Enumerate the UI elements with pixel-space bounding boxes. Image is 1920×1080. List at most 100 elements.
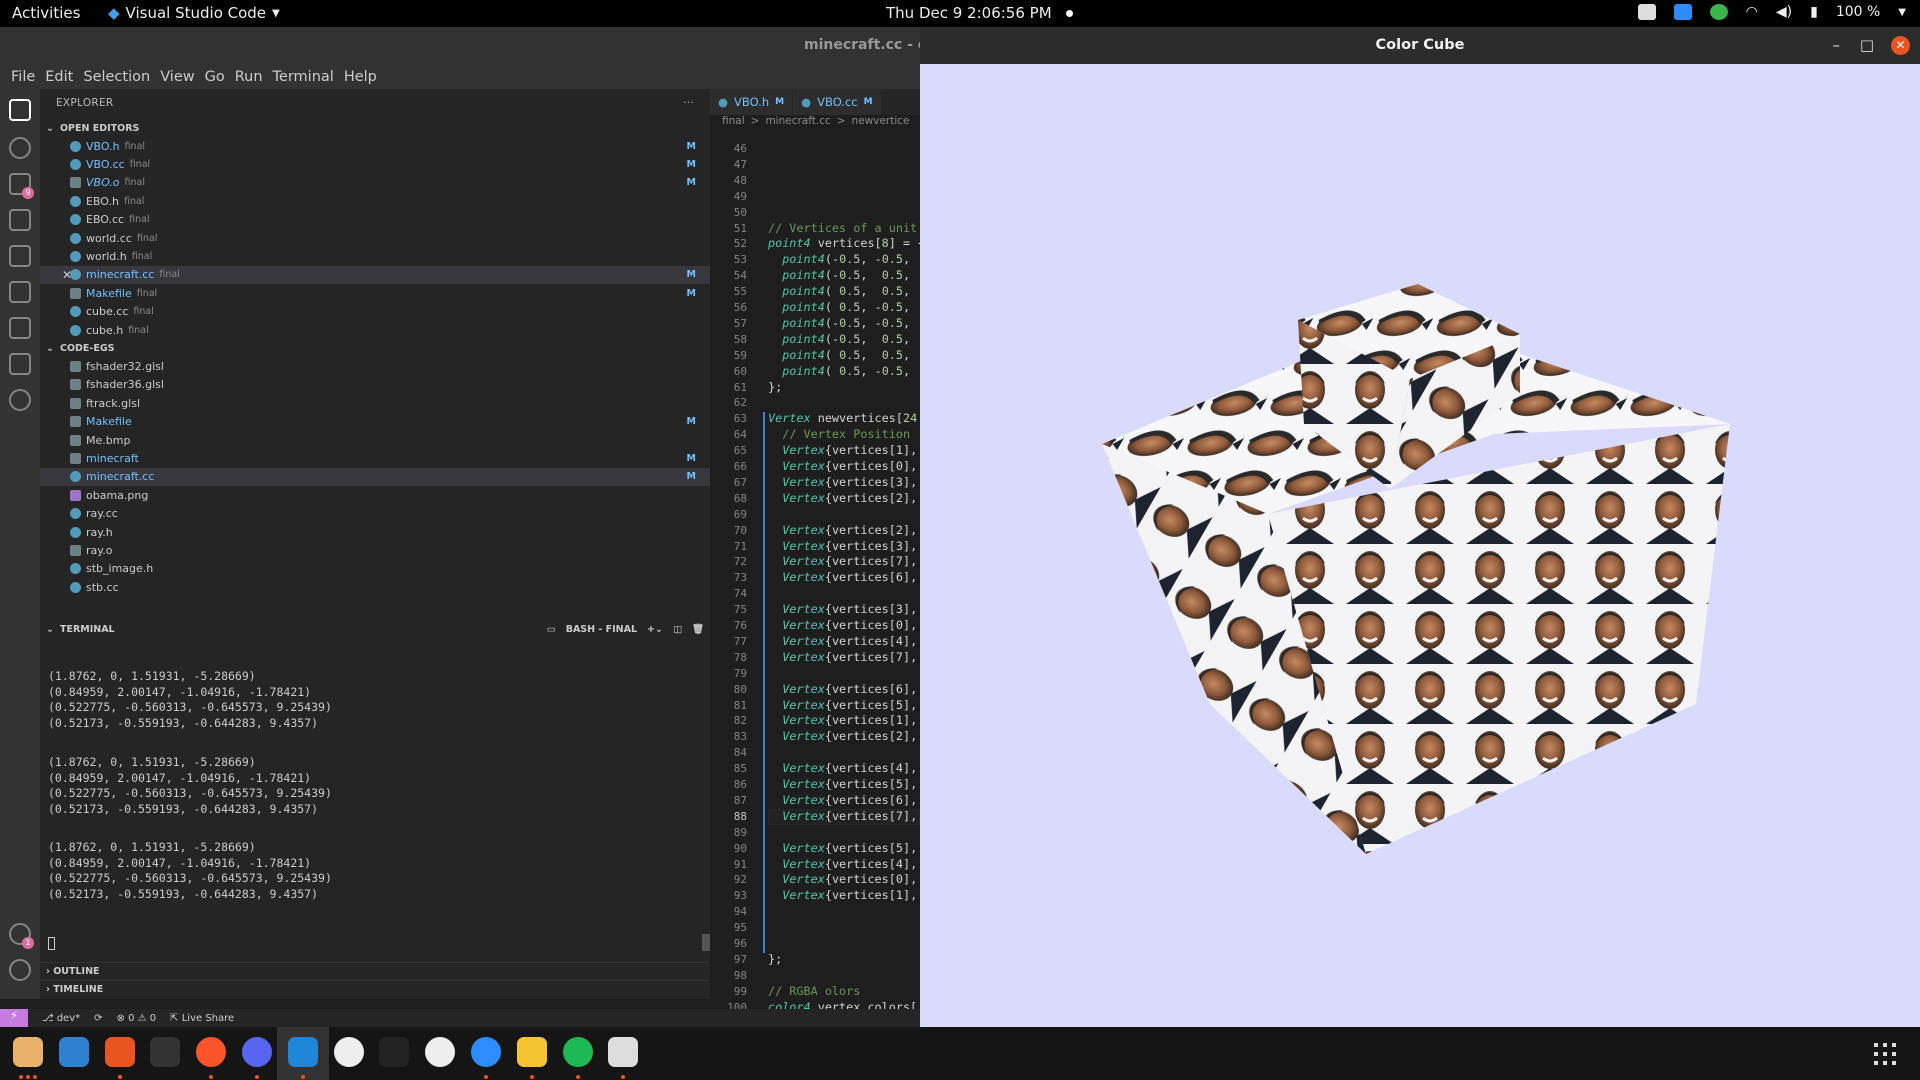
trash-icon[interactable]: 🗑 [692, 624, 704, 638]
discord-tray-icon[interactable] [1637, 4, 1656, 20]
new-terminal-icon[interactable]: +⌄ [647, 624, 663, 638]
github-icon[interactable] [425, 1037, 456, 1067]
file-row[interactable]: stb_image.h [40, 560, 710, 578]
clock[interactable]: Thu Dec 9 2:06:56 PM [886, 4, 1073, 22]
file-row[interactable]: minecraft.cc M [40, 467, 710, 487]
file-row[interactable]: fshader36.glsl [40, 376, 710, 394]
file-row[interactable]: cube.cc final [40, 303, 710, 321]
menu-file[interactable]: File [6, 65, 40, 91]
timeline-header[interactable]: › TIMELINE [40, 980, 710, 998]
code-line: Vertex{vertices[6], [782, 570, 918, 585]
vscode-icon[interactable] [287, 1037, 318, 1067]
show-apps-icon[interactable] [1874, 1043, 1896, 1065]
remote-indicator-icon[interactable]: ⚡ [0, 1009, 28, 1027]
tab-vbo-h[interactable]: ● VBO.h M [710, 89, 794, 115]
terminal-shell-label[interactable]: BASH - FINAL [566, 624, 637, 638]
discord-icon[interactable] [242, 1037, 272, 1067]
code-line: Vertex{vertices[3], [782, 538, 918, 553]
brave-icon[interactable] [196, 1037, 227, 1067]
file-row[interactable]: VBO.h final M [40, 137, 710, 155]
zoom-icon[interactable] [471, 1037, 501, 1067]
monitor-icon[interactable] [379, 1037, 410, 1067]
close-icon[interactable]: ✕ [1891, 36, 1910, 55]
editor-icon[interactable] [608, 1037, 639, 1067]
software-icon[interactable] [104, 1037, 135, 1067]
terminal-panel[interactable]: (1.8762, 0, 1.51931, -5.28669) (0.84959,… [40, 642, 710, 962]
folder-header[interactable]: ⌄ CODE-EGS [40, 339, 710, 357]
terminal-header[interactable]: ⌄ TERMINAL ▭ BASH - FINAL +⌄ ◫ 🗑 [40, 620, 710, 642]
menu-run[interactable]: Run [230, 65, 268, 91]
more-actions-icon[interactable]: ··· [683, 97, 694, 111]
file-dir: final [131, 251, 153, 263]
terminal-output-block: (1.8762, 0, 1.51931, -5.28669) (0.84959,… [48, 840, 332, 901]
file-row[interactable]: ftrack.glsl [40, 394, 710, 412]
liveshare-icon[interactable] [9, 353, 31, 375]
menu-terminal[interactable]: Terminal [268, 65, 339, 91]
maximize-icon[interactable]: □ [1860, 27, 1874, 64]
search-icon[interactable] [9, 137, 31, 159]
explorer-icon[interactable] [9, 99, 31, 121]
branch-status[interactable]: ⎇ dev* [42, 1013, 80, 1024]
sync-icon[interactable]: ⟳ [94, 1013, 102, 1024]
extensions-icon[interactable] [9, 281, 31, 303]
file-row[interactable]: VBO.cc final M [40, 155, 710, 173]
files-icon[interactable] [13, 1037, 43, 1067]
file-row[interactable]: VBO.o final M [40, 174, 710, 192]
file-row[interactable]: world.cc final [40, 229, 710, 247]
terminal-scrollbar[interactable] [702, 934, 710, 951]
code-line: point4(-0.5, -0.5, [782, 315, 911, 330]
file-row[interactable]: fshader32.glsl [40, 357, 710, 375]
run-debug-icon[interactable] [9, 209, 31, 231]
file-row[interactable]: ✕ minecraft.cc final M [40, 265, 710, 285]
app-menu[interactable]: ◆ Visual Studio Code ▼ [108, 4, 280, 22]
calculator-icon[interactable] [516, 1037, 547, 1067]
file-row[interactable]: Me.bmp [40, 431, 710, 449]
file-row[interactable]: world.h final [40, 247, 710, 265]
testing-icon[interactable] [9, 317, 31, 339]
minimize-icon[interactable]: – [1833, 27, 1841, 64]
running-indicator [26, 1075, 30, 1079]
system-tray[interactable]: ◠ ◀) ▮ 100 % ▼ [1637, 4, 1906, 20]
errors-count: 0 [128, 1012, 135, 1024]
file-row[interactable]: ray.h [40, 523, 710, 541]
file-type-icon [70, 214, 81, 226]
menu-view[interactable]: View [155, 65, 199, 91]
file-row[interactable]: ray.cc [40, 504, 710, 522]
tab-vbo-cc[interactable]: ● VBO.cc M [793, 89, 882, 115]
problems-status[interactable]: ⊗ 0 ⚠ 0 [117, 1013, 157, 1024]
menu-selection[interactable]: Selection [78, 65, 155, 91]
terminal-icon[interactable] [150, 1037, 181, 1067]
open-editors-header[interactable]: ⌄ OPEN EDITORS [40, 119, 710, 137]
breadcrumb-item[interactable]: final [722, 115, 745, 133]
breadcrumb-item[interactable]: minecraft.cc [765, 115, 830, 133]
activities-button[interactable]: Activities [12, 4, 80, 22]
remote-explorer-icon[interactable] [9, 245, 31, 267]
liveshare-status[interactable]: ⇱ Live Share [170, 1013, 234, 1024]
file-row[interactable]: minecraft M [40, 449, 710, 467]
writer-icon[interactable] [58, 1037, 89, 1067]
file-row[interactable]: cube.h final [40, 321, 710, 339]
file-row[interactable]: Makefile M [40, 412, 710, 430]
check-tray-icon[interactable] [1709, 4, 1728, 20]
outline-header[interactable]: › OUTLINE [40, 962, 710, 980]
opengl-render-canvas[interactable] [920, 64, 1920, 1028]
file-row[interactable]: EBO.cc final [40, 211, 710, 229]
file-row[interactable]: obama.png [40, 486, 710, 504]
file-row[interactable]: EBO.h final [40, 192, 710, 210]
line-number: 69 [733, 507, 747, 521]
menu-edit[interactable]: Edit [40, 65, 78, 91]
menu-help[interactable]: Help [339, 65, 382, 91]
zoom-tray-icon[interactable] [1673, 4, 1692, 20]
split-terminal-icon[interactable]: ◫ [673, 624, 682, 638]
close-icon[interactable]: ✕ [62, 268, 72, 282]
spotify-icon[interactable] [562, 1037, 593, 1067]
file-row[interactable]: Makefile final M [40, 284, 710, 302]
file-row[interactable]: ray.o [40, 541, 710, 559]
breadcrumb-separator: > [836, 115, 846, 127]
github-icon[interactable] [9, 389, 31, 411]
menu-go[interactable]: Go [200, 65, 230, 91]
obs-icon[interactable] [333, 1037, 364, 1067]
file-row[interactable]: stb.cc [40, 578, 710, 596]
gear-icon[interactable] [9, 959, 31, 981]
breadcrumb-item[interactable]: newvertice [852, 115, 910, 133]
